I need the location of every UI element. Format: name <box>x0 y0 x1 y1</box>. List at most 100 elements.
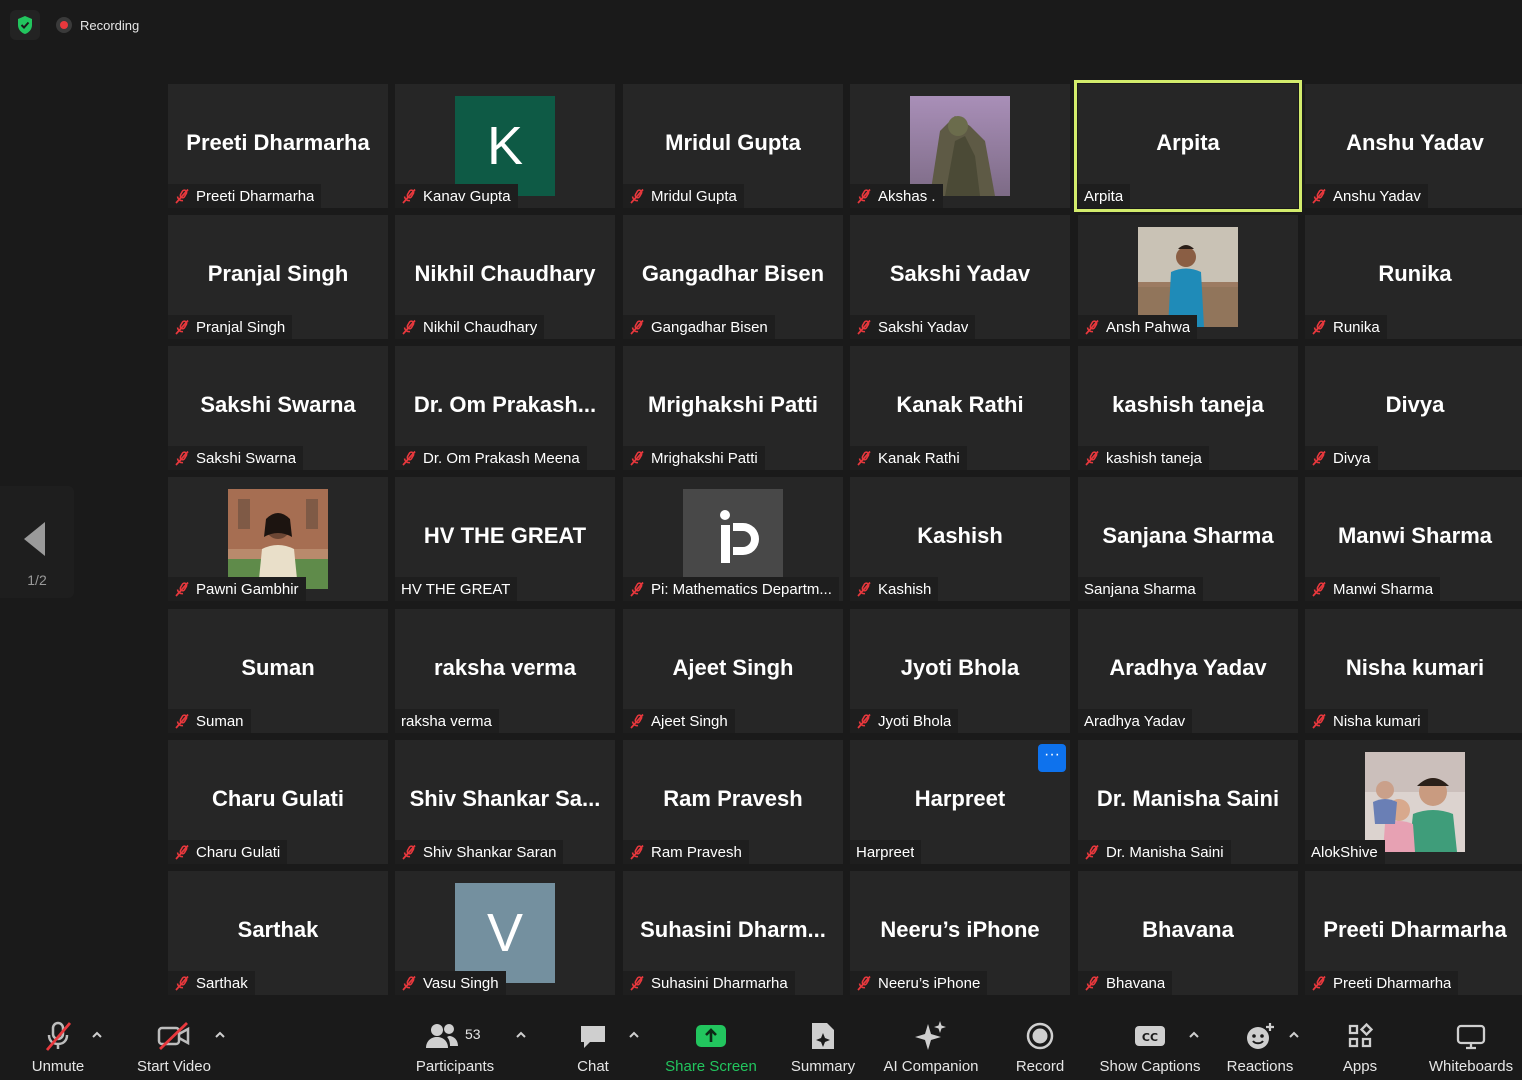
participant-name-label: Anshu Yadav <box>1333 187 1421 205</box>
participant-tile[interactable]: K Kanav Gupta <box>395 84 615 208</box>
participant-nameplate: Bhavana <box>1078 971 1173 995</box>
muted-mic-icon <box>629 319 645 335</box>
participant-display-name: Neeru’s iPhone <box>880 917 1040 942</box>
participant-tile[interactable]: Nisha kumari Nisha kumari <box>1305 609 1522 733</box>
participant-name-label: Manwi Sharma <box>1333 580 1434 598</box>
participant-tile[interactable]: Nikhil Chaudhary Nikhil Chaudhary <box>395 215 615 339</box>
reactions-options-chevron-icon[interactable] <box>1287 1028 1301 1042</box>
participant-nameplate: raksha verma <box>395 709 499 733</box>
whiteboards-button[interactable]: Whiteboards <box>1420 1008 1522 1080</box>
audio-options-chevron-icon[interactable] <box>90 1028 104 1042</box>
top-bar: Recording <box>0 0 1522 50</box>
participant-tile[interactable]: Divya Divya <box>1305 346 1522 470</box>
video-options-chevron-icon[interactable] <box>213 1028 227 1042</box>
ai-companion-button[interactable]: AI Companion <box>880 1008 982 1080</box>
record-icon <box>1025 1020 1055 1052</box>
participant-tile[interactable]: HV THE GREAT HV THE GREAT <box>395 477 615 601</box>
chat-options-chevron-icon[interactable] <box>627 1028 641 1042</box>
page-indicator: 1/2 <box>27 572 47 588</box>
participant-tile[interactable]: Pawni Gambhir <box>168 477 388 601</box>
participant-tile[interactable]: Suhasini Dharm... Suhasini Dharmarha <box>623 871 843 995</box>
participant-tile[interactable]: Pranjal Singh Pranjal Singh <box>168 215 388 339</box>
participant-tile[interactable]: Preeti Dharmarha Preeti Dharmarha <box>1305 871 1522 995</box>
summary-button[interactable]: Summary <box>786 1008 860 1080</box>
participant-tile[interactable]: V Vasu Singh <box>395 871 615 995</box>
participant-nameplate: Shiv Shankar Saran <box>395 840 564 864</box>
show-captions-button[interactable]: CC Show Captions <box>1096 1008 1204 1080</box>
chat-bubble-icon <box>578 1020 608 1052</box>
apps-button[interactable]: Apps <box>1330 1008 1390 1080</box>
participant-tile[interactable]: Dr. Manisha Saini Dr. Manisha Saini <box>1078 740 1298 864</box>
meeting-toolbar: Unmute Start Video 53 Participants Chat … <box>0 1008 1522 1080</box>
participant-name-label: Dr. Manisha Saini <box>1106 843 1224 861</box>
muted-mic-icon <box>401 319 417 335</box>
previous-page-button[interactable]: 1/2 <box>0 486 74 598</box>
share-screen-button[interactable]: Share Screen <box>660 1008 762 1080</box>
participant-tile[interactable]: Manwi Sharma Manwi Sharma <box>1305 477 1522 601</box>
recording-indicator[interactable]: Recording <box>50 10 145 40</box>
participant-tile[interactable]: Sanjana Sharma Sanjana Sharma <box>1078 477 1298 601</box>
participant-tile[interactable]: Sarthak Sarthak <box>168 871 388 995</box>
video-off-icon <box>157 1020 191 1052</box>
muted-mic-icon <box>1084 844 1100 860</box>
participant-tile[interactable]: Preeti Dharmarha Preeti Dharmarha <box>168 84 388 208</box>
participant-tile[interactable]: Mridul Gupta Mridul Gupta <box>623 84 843 208</box>
participant-nameplate: Ram Pravesh <box>623 840 749 864</box>
participant-display-name: Kanak Rathi <box>896 392 1024 417</box>
chevron-left-icon <box>24 522 45 556</box>
chat-button[interactable]: Chat <box>568 1008 618 1080</box>
participant-tile[interactable]: Neeru’s iPhone Neeru’s iPhone <box>850 871 1070 995</box>
participant-tile[interactable]: Charu Gulati Charu Gulati <box>168 740 388 864</box>
participant-tile[interactable]: Kanak Rathi Kanak Rathi <box>850 346 1070 470</box>
participant-tile[interactable]: AlokShive <box>1305 740 1522 864</box>
unmute-button[interactable]: Unmute <box>20 1008 96 1080</box>
participant-tile[interactable]: Kashish Kashish <box>850 477 1070 601</box>
participant-tile[interactable]: Aradhya Yadav Aradhya Yadav <box>1078 609 1298 733</box>
participant-tile[interactable]: Arpita Arpita <box>1074 80 1302 212</box>
muted-mic-icon <box>856 450 872 466</box>
participant-tile[interactable]: Ajeet Singh Ajeet Singh <box>623 609 843 733</box>
participant-nameplate: Aradhya Yadav <box>1078 709 1193 733</box>
participants-button[interactable]: 53 Participants <box>408 1008 502 1080</box>
participant-tile[interactable]: Jyoti Bhola Jyoti Bhola <box>850 609 1070 733</box>
participant-tile[interactable]: Akshas . <box>850 84 1070 208</box>
participant-tile[interactable]: Dr. Om Prakash... Dr. Om Prakash Meena <box>395 346 615 470</box>
record-button[interactable]: Record <box>1010 1008 1070 1080</box>
participant-tile[interactable]: Gangadhar Bisen Gangadhar Bisen <box>623 215 843 339</box>
reactions-button[interactable]: Reactions <box>1222 1008 1298 1080</box>
participant-nameplate: Ajeet Singh <box>623 709 735 733</box>
more-options-button[interactable]: ··· <box>1038 744 1066 772</box>
security-shield-icon[interactable] <box>10 10 40 40</box>
participant-tile[interactable]: Mrighakshi Patti Mrighakshi Patti <box>623 346 843 470</box>
participant-name-label: Kanak Rathi <box>878 449 960 467</box>
start-video-button[interactable]: Start Video <box>130 1008 218 1080</box>
participant-name-label: Dr. Om Prakash Meena <box>423 449 580 467</box>
participant-name-label: Sanjana Sharma <box>1084 580 1196 598</box>
participant-tile[interactable]: Runika Runika <box>1305 215 1522 339</box>
participant-nameplate: AlokShive <box>1305 840 1385 864</box>
participant-tile[interactable]: Ansh Pahwa <box>1078 215 1298 339</box>
participant-tile[interactable]: Sakshi Yadav Sakshi Yadav <box>850 215 1070 339</box>
participant-nameplate: Kanav Gupta <box>395 184 518 208</box>
start-video-label: Start Video <box>137 1058 211 1075</box>
participant-tile[interactable]: Pi: Mathematics Departm... <box>623 477 843 601</box>
participant-tile[interactable]: Sakshi Swarna Sakshi Swarna <box>168 346 388 470</box>
participant-nameplate: Suhasini Dharmarha <box>623 971 795 995</box>
participant-tile[interactable]: Ram Pravesh Ram Pravesh <box>623 740 843 864</box>
participant-tile[interactable]: raksha verma raksha verma <box>395 609 615 733</box>
muted-mic-icon <box>174 319 190 335</box>
participant-name-label: Ram Pravesh <box>651 843 742 861</box>
participant-tile[interactable]: kashish taneja kashish taneja <box>1078 346 1298 470</box>
captions-options-chevron-icon[interactable] <box>1187 1028 1201 1042</box>
participant-tile[interactable]: Shiv Shankar Sa... Shiv Shankar Saran <box>395 740 615 864</box>
participant-nameplate: HV THE GREAT <box>395 577 518 601</box>
participants-options-chevron-icon[interactable] <box>514 1028 528 1042</box>
participant-tile[interactable]: Bhavana Bhavana <box>1078 871 1298 995</box>
participant-tile[interactable]: Anshu Yadav Anshu Yadav <box>1305 84 1522 208</box>
whiteboards-label: Whiteboards <box>1428 1058 1514 1075</box>
participant-tile[interactable]: Harpreet ··· Harpreet <box>850 740 1070 864</box>
participant-tile[interactable]: Suman Suman <box>168 609 388 733</box>
muted-mic-icon <box>174 713 190 729</box>
participant-nameplate: Charu Gulati <box>168 840 288 864</box>
recording-label: Recording <box>80 17 140 33</box>
